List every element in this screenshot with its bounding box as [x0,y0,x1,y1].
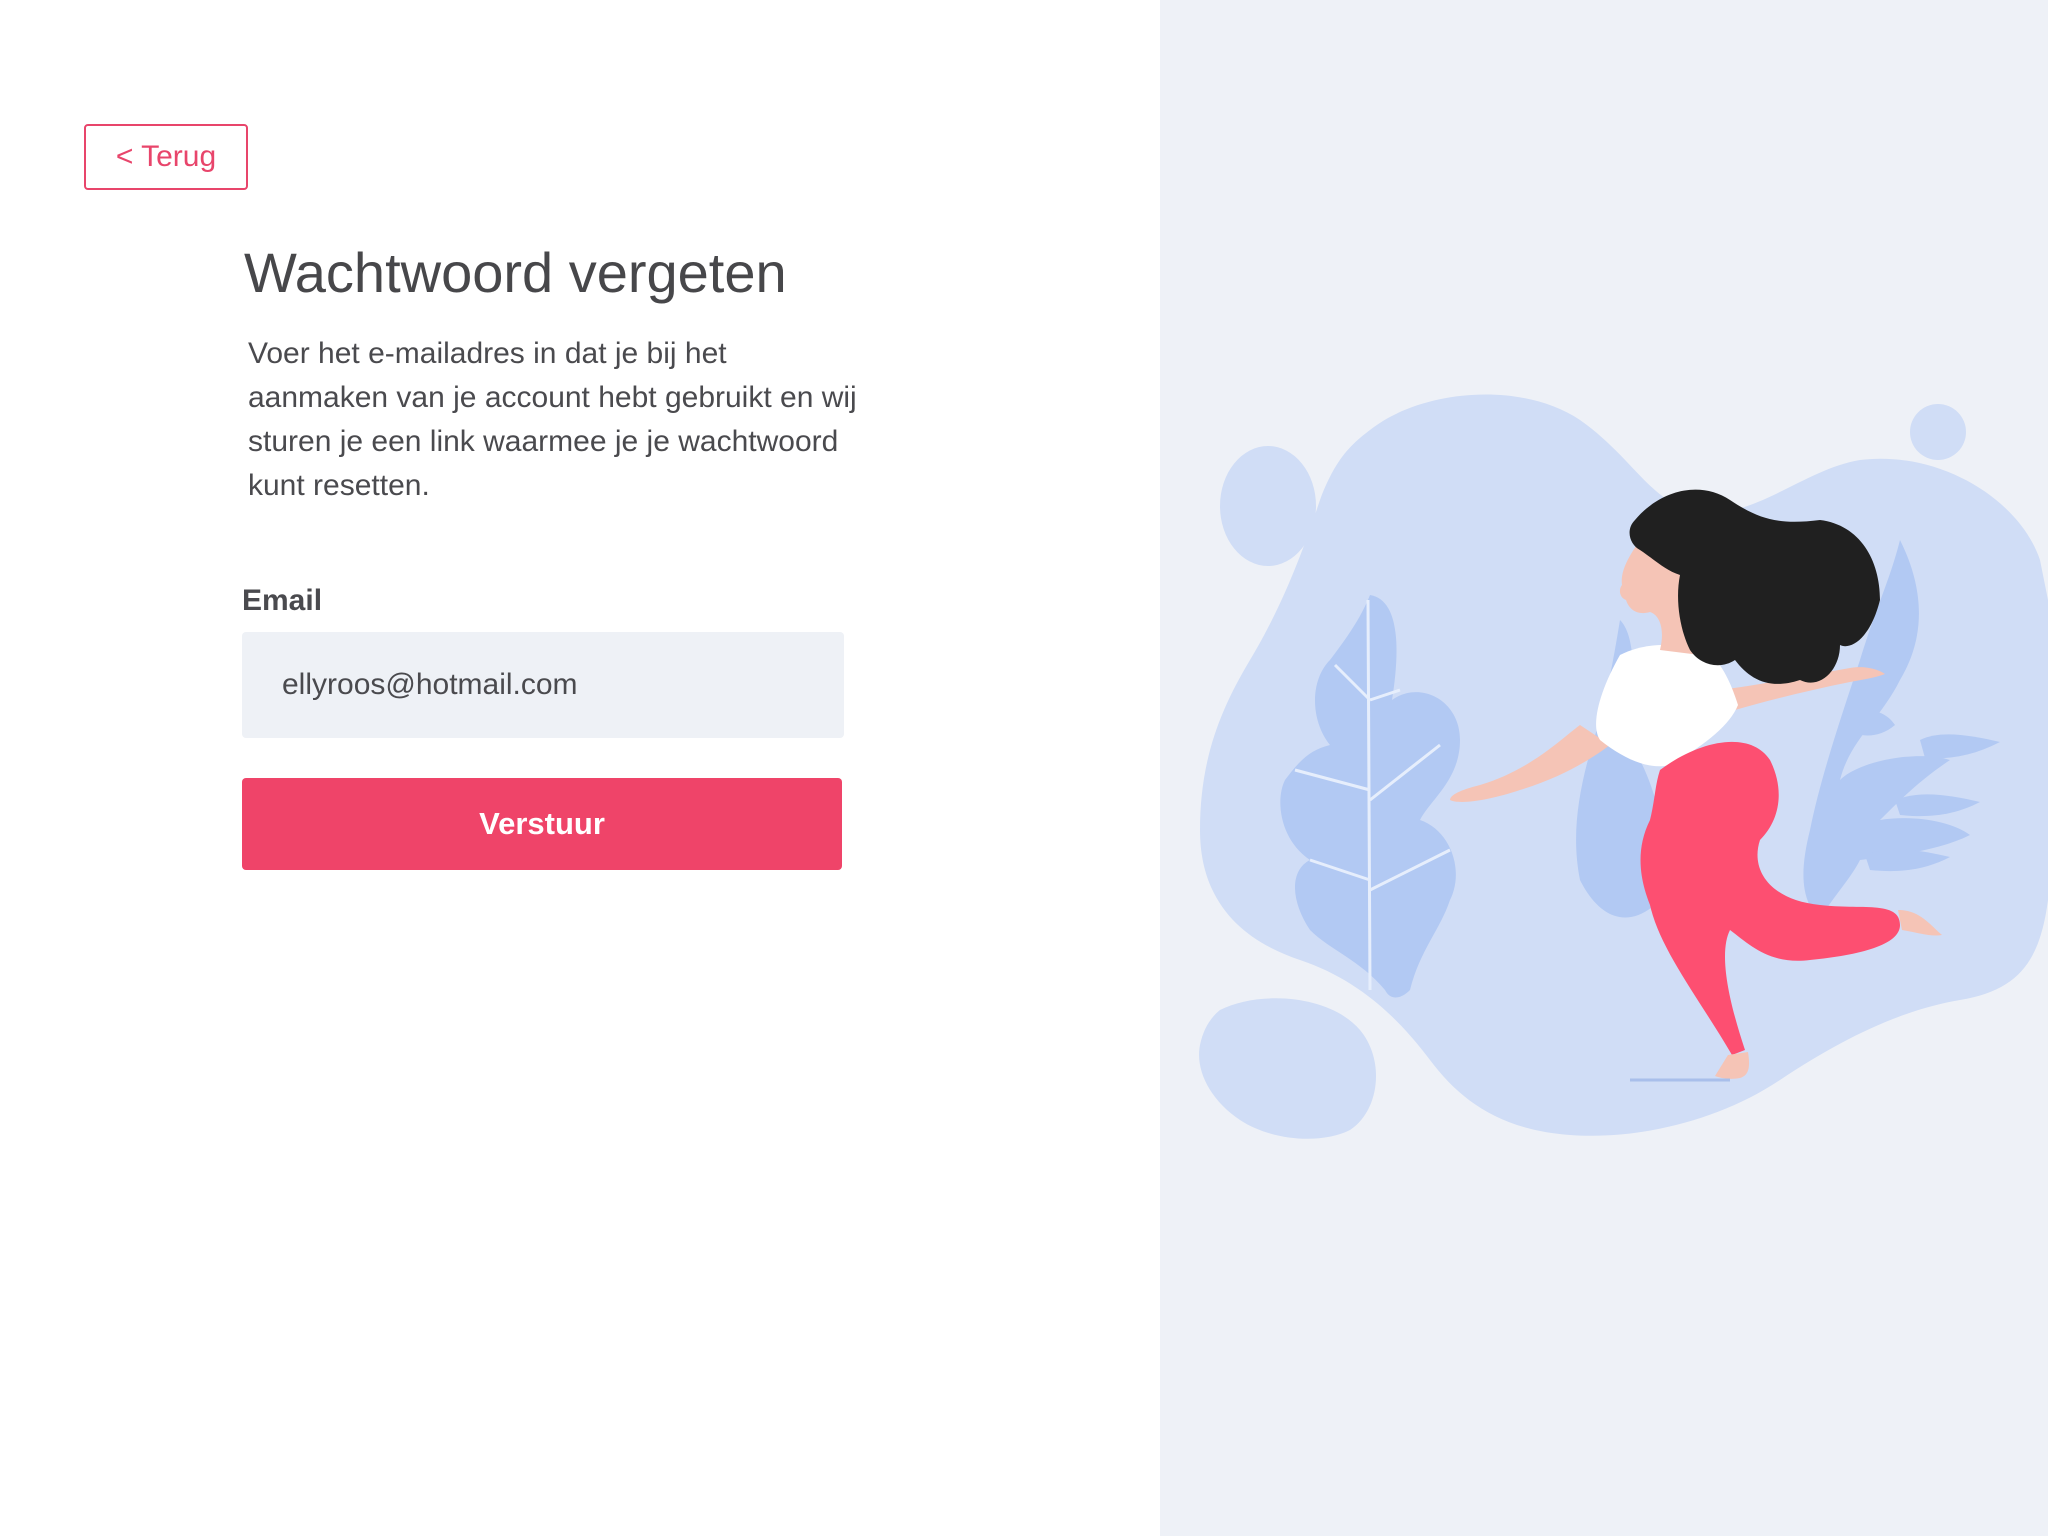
illustration-panel [1160,0,2048,1536]
bottom-left-blob [1199,998,1377,1139]
back-button[interactable]: < Terug [84,124,248,190]
form-panel: < Terug Wachtwoord vergeten Voer het e-m… [0,0,1160,1536]
woman-running-illustration [1199,394,2048,1139]
email-label: Email [242,584,323,617]
forgot-password-page: < Terug Wachtwoord vergeten Voer het e-m… [0,0,2048,1536]
small-blob-left [1220,446,1316,566]
submit-button[interactable]: Verstuur [242,778,842,870]
page-description: Voer het e-mailadres in dat je bij het a… [248,337,857,502]
email-field[interactable] [242,632,844,738]
small-blob-top-right [1910,404,1966,460]
page-title: Wachtwoord vergeten [244,241,787,304]
